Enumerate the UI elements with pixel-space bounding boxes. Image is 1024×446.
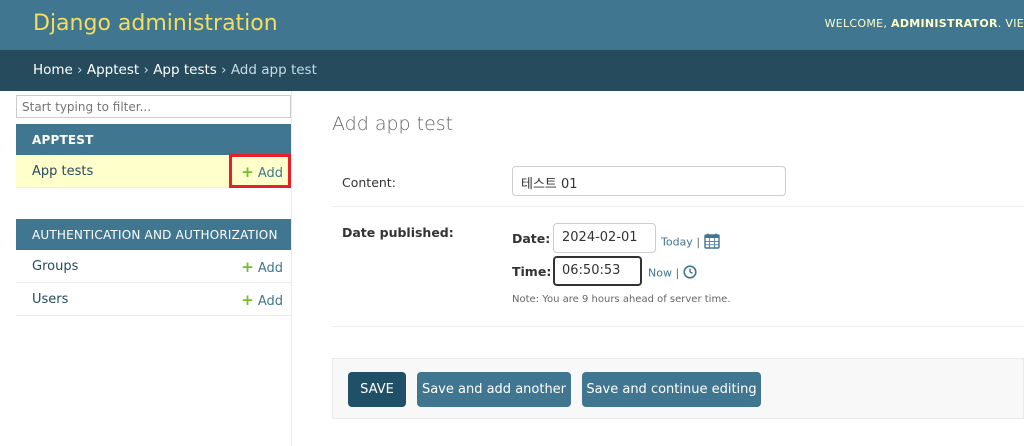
now-link[interactable]: Now: [648, 267, 672, 280]
time-input[interactable]: 06:50:53: [553, 256, 642, 286]
breadcrumb-app[interactable]: Apptest: [87, 62, 139, 78]
site-name[interactable]: Django administration: [33, 11, 278, 36]
breadcrumb-home[interactable]: Home: [33, 62, 73, 78]
breadcrumb-model[interactable]: App tests: [153, 62, 217, 78]
sidebar-item-label[interactable]: Users: [32, 292, 68, 307]
date-published-label: Date published:: [342, 225, 454, 240]
clock-icon[interactable]: [683, 265, 697, 282]
highlight-box-add: [229, 154, 291, 188]
breadcrumb: Home › Apptest › App tests › Add app tes…: [0, 50, 1024, 91]
sidebar-item-groups: Groups + Add: [16, 250, 291, 283]
date-label: Date:: [512, 231, 551, 246]
module-caption-auth[interactable]: Authentication and Authorization: [16, 219, 291, 250]
user-tools: Welcome, Administrator. Vie: [824, 17, 1024, 30]
welcome-text: Welcome,: [824, 17, 888, 30]
shortcut-separator: |: [696, 235, 701, 249]
sidebar-item-label[interactable]: App tests: [32, 164, 93, 179]
time-shortcuts: Now |: [648, 265, 697, 282]
form-row-content: Content: 테스트 01: [332, 155, 1024, 207]
timezone-help-text: Note: You are 9 hours ahead of server ti…: [512, 294, 731, 305]
shortcut-separator: |: [675, 266, 680, 280]
view-site-link[interactable]: Vie: [1005, 17, 1024, 30]
header: Django administration Welcome, Administr…: [0, 0, 1024, 50]
content-label: Content:: [342, 175, 396, 190]
module-auth: Authentication and Authorization Groups …: [16, 219, 291, 316]
nav-filter-input[interactable]: [16, 95, 291, 118]
add-group-link[interactable]: + Add: [241, 258, 283, 276]
module-caption-apptest[interactable]: Apptest: [16, 124, 291, 155]
today-link[interactable]: Today: [661, 236, 693, 249]
add-link-label: Add: [257, 261, 283, 276]
page-title: Add app test: [332, 113, 454, 135]
save-button[interactable]: SAVE: [348, 372, 406, 407]
breadcrumb-separator: ›: [77, 62, 83, 78]
date-shortcuts: Today |: [661, 233, 720, 252]
calendar-icon[interactable]: [703, 233, 720, 252]
content-input[interactable]: 테스트 01: [512, 166, 786, 196]
form-row-date-published: Date published: Date: 2024-02-01 Today |…: [332, 207, 1024, 327]
breadcrumb-separator: ›: [143, 62, 149, 78]
add-link-label: Add: [257, 294, 283, 309]
add-user-link[interactable]: + Add: [241, 291, 283, 309]
breadcrumb-current: Add app test: [230, 62, 317, 78]
breadcrumb-separator: ›: [221, 62, 227, 78]
date-input[interactable]: 2024-02-01: [553, 223, 656, 253]
username: Administrator: [891, 17, 998, 30]
time-label: Time:: [512, 264, 552, 279]
submit-row: SAVE Save and add another Save and conti…: [332, 358, 1024, 419]
sidebar-item-users: Users + Add: [16, 283, 291, 316]
nav-sidebar: Apptest App tests +Add Authentication an…: [0, 91, 292, 446]
save-and-add-another-button[interactable]: Save and add another: [417, 372, 571, 407]
plus-icon: +: [241, 258, 254, 276]
sidebar-item-label[interactable]: Groups: [32, 259, 78, 274]
plus-icon: +: [241, 291, 254, 309]
save-and-continue-button[interactable]: Save and continue editing: [582, 372, 761, 407]
